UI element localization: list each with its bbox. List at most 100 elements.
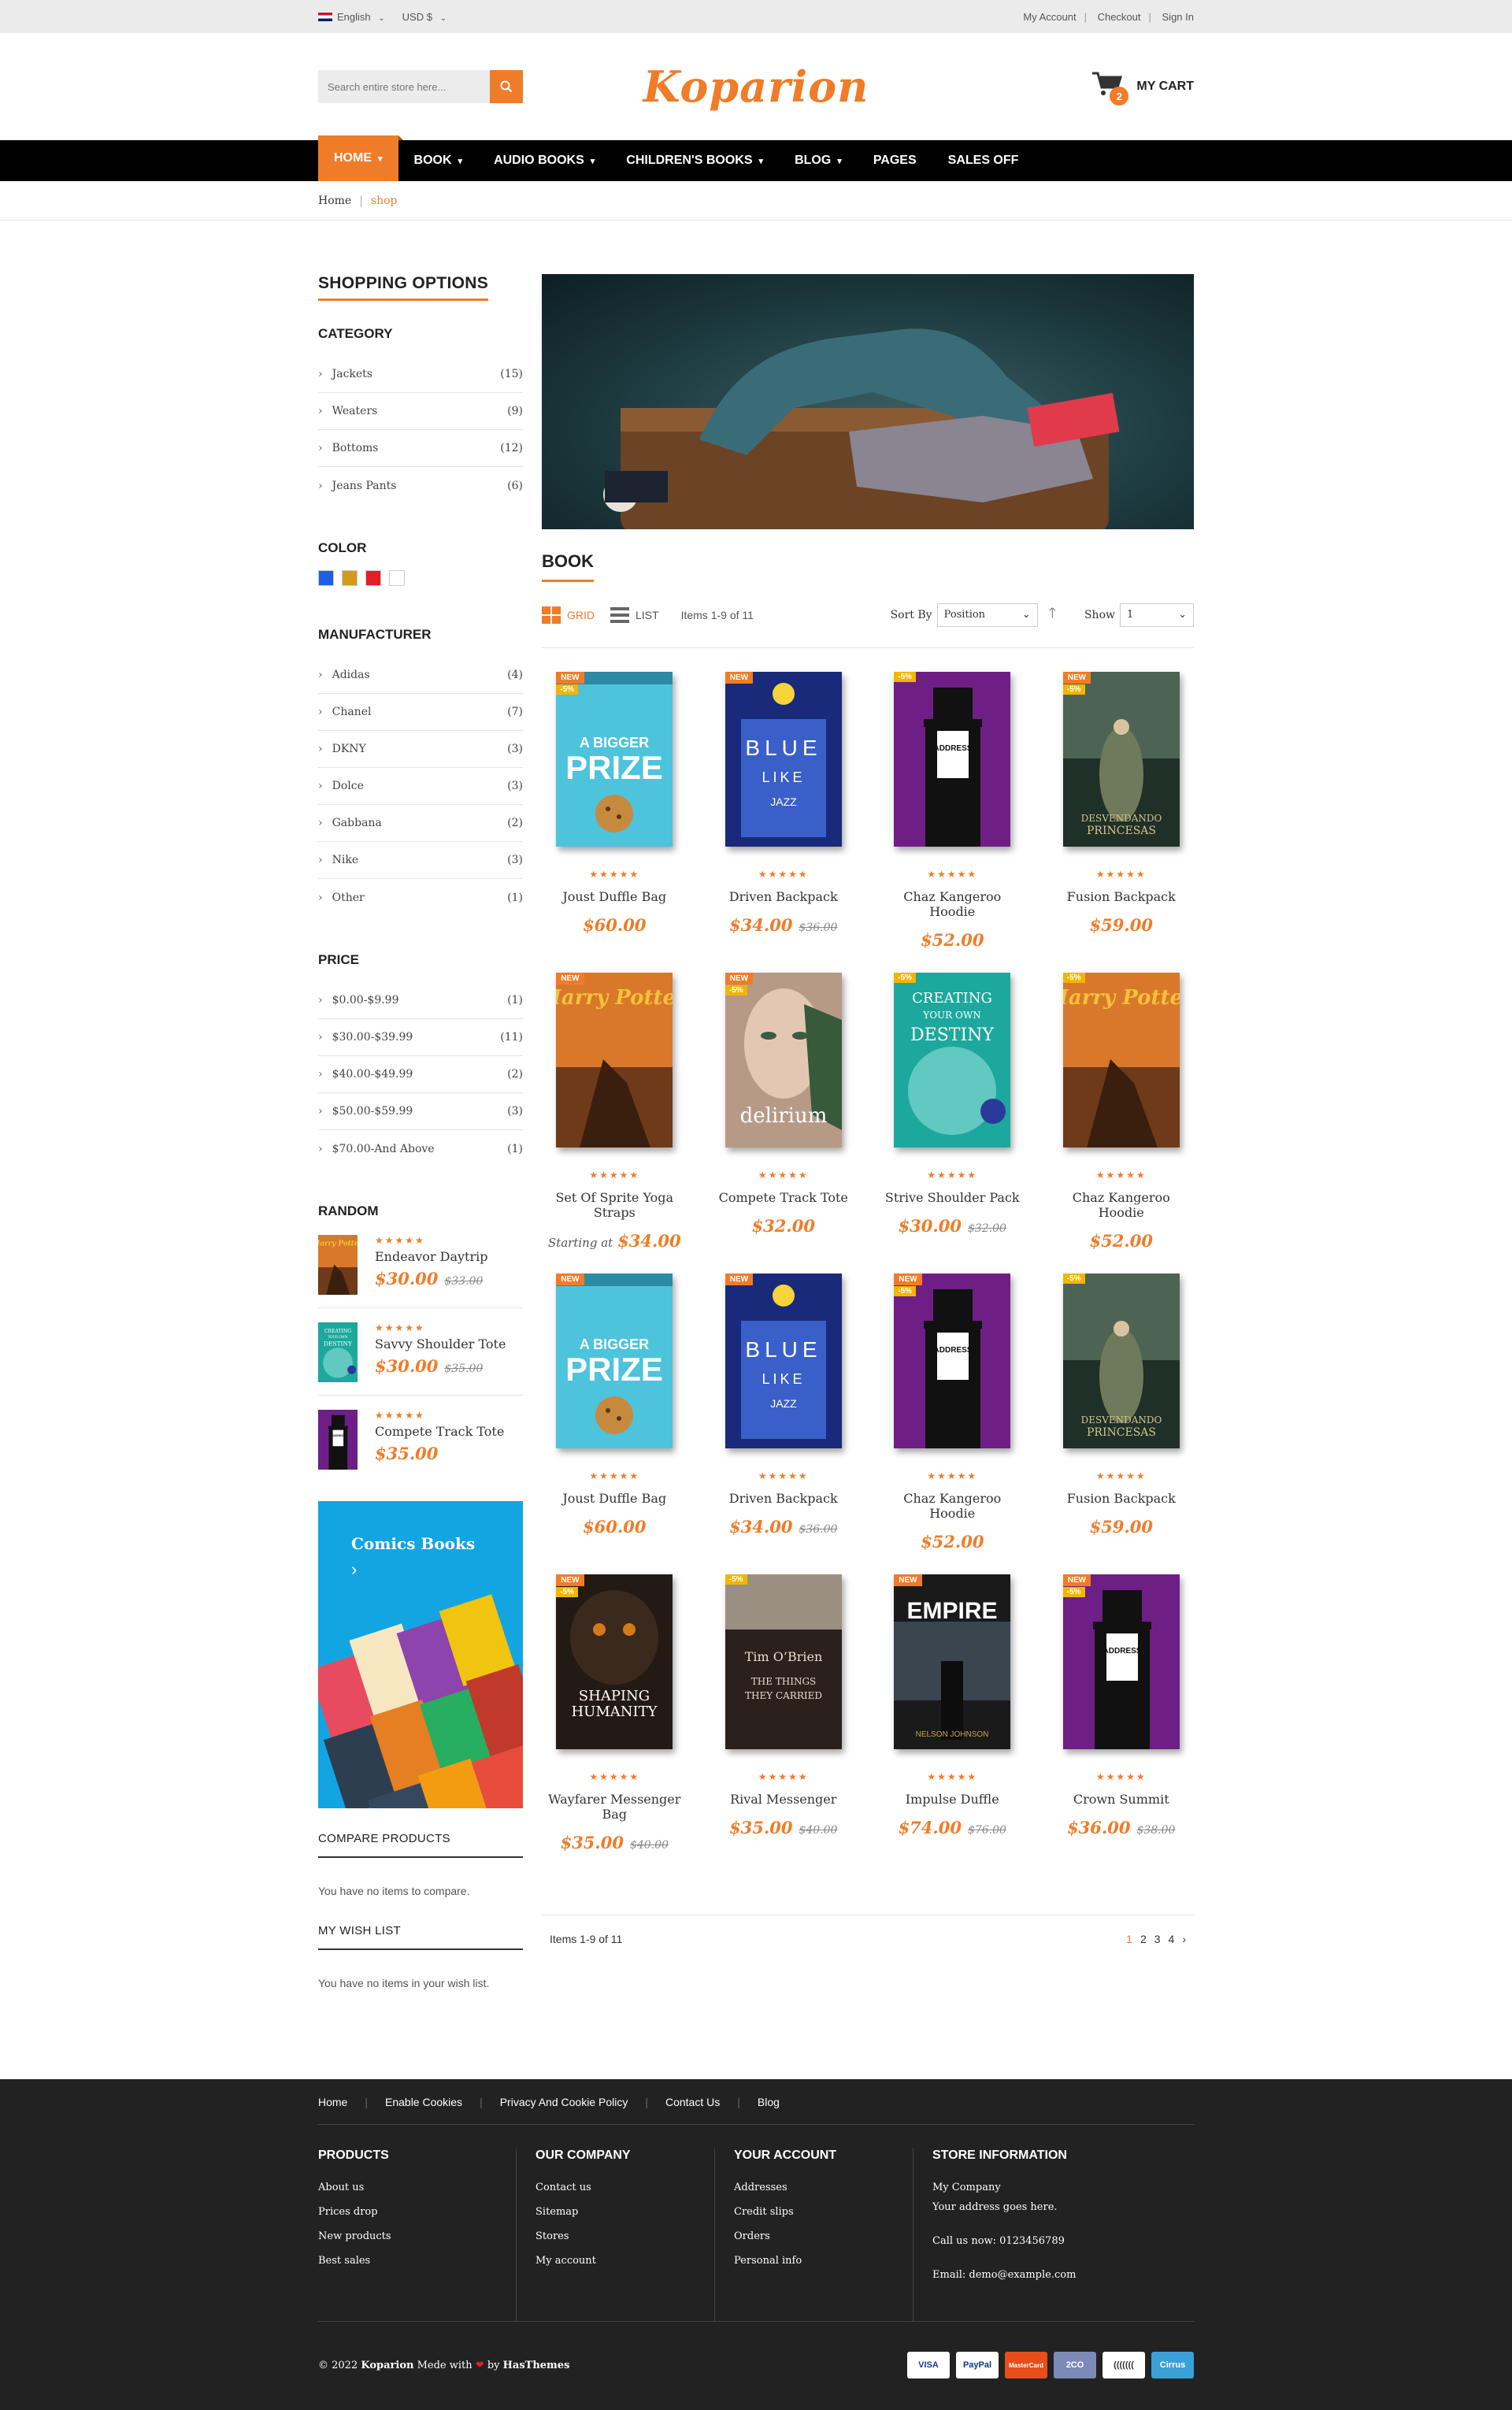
footer-column-link[interactable]: My account xyxy=(536,2255,699,2267)
product-card[interactable]: SHAPING HUMANITY NEW -5% ★★★★★ Wayfarer Messe… xyxy=(542,1574,687,1875)
manufacturer-item[interactable]: Adidas (4) xyxy=(318,657,523,694)
sort-direction-icon[interactable]: 🡑 xyxy=(1049,603,1056,627)
page-link[interactable]: 1 xyxy=(1126,1933,1132,1945)
random-product-name[interactable]: Compete Track Tote xyxy=(375,1424,504,1439)
product-card[interactable]: ADDRESS NEW -5% ★★★★★ Crown Summit $36.00 $38.… xyxy=(1049,1574,1195,1875)
product-name[interactable]: Strive Shoulder Pack xyxy=(880,1190,1025,1205)
random-product[interactable]: Harry Potter★★★★★Endeavor Daytrip$30.00$… xyxy=(313,1230,523,1308)
category-item[interactable]: Bottoms (12) xyxy=(318,430,523,467)
author-link[interactable]: HasThemes xyxy=(503,2360,570,2371)
product-name[interactable]: Chaz Kangeroo Hoodie xyxy=(880,1491,1025,1521)
manufacturer-item[interactable]: DKNY (3) xyxy=(318,731,523,768)
product-image[interactable]: ADDRESS -5% xyxy=(894,672,1011,847)
nav-item-children-s-books[interactable]: CHILDREN'S BOOKS ▾ xyxy=(610,140,779,181)
footer-column-link[interactable]: Credit slips xyxy=(734,2206,897,2218)
product-name[interactable]: Impulse Duffle xyxy=(880,1792,1025,1807)
product-image[interactable]: EMPIRE NELSON JOHNSON NEW xyxy=(894,1574,1011,1749)
product-card[interactable]: Harry Potter -5% ★★★★★ Chaz Kangeroo Hoodie… xyxy=(1049,973,1195,1274)
product-name[interactable]: Rival Messenger xyxy=(711,1792,857,1807)
product-image[interactable]: DESVENDANDO PRINCESAS -5% xyxy=(1062,1274,1180,1448)
manufacturer-item[interactable]: Chanel (7) xyxy=(318,694,523,731)
checkout-link[interactable]: Checkout xyxy=(1098,11,1141,23)
manufacturer-item[interactable]: Dolce (3) xyxy=(318,768,523,805)
color-swatch[interactable] xyxy=(318,570,334,586)
nav-item-book[interactable]: BOOK ▾ xyxy=(398,140,479,181)
product-name[interactable]: Chaz Kangeroo Hoodie xyxy=(880,889,1025,919)
nav-item-blog[interactable]: BLOG ▾ xyxy=(779,140,858,181)
random-product-image[interactable]: ADDRESS xyxy=(318,1410,358,1470)
product-name[interactable]: Driven Backpack xyxy=(711,1491,857,1506)
product-card[interactable]: ADDRESS -5% ★★★★★ Chaz Kangeroo Hoodie $52.0… xyxy=(880,672,1025,973)
random-product-name[interactable]: Savvy Shoulder Tote xyxy=(375,1337,506,1351)
product-name[interactable]: Joust Duffle Bag xyxy=(542,889,687,904)
manufacturer-item[interactable]: Nike (3) xyxy=(318,842,523,879)
footer-column-link[interactable]: Best sales xyxy=(318,2255,500,2267)
product-name[interactable]: Wayfarer Messenger Bag xyxy=(542,1792,687,1822)
color-swatch[interactable] xyxy=(365,570,381,586)
product-image[interactable]: DESVENDANDO PRINCESAS NEW -5% xyxy=(1062,672,1180,847)
price-filter-item[interactable]: $70.00-And Above (1) xyxy=(318,1130,523,1167)
category-item[interactable]: Weaters (9) xyxy=(318,393,523,430)
footer-column-link[interactable]: Orders xyxy=(734,2230,897,2242)
manufacturer-item[interactable]: Other (1) xyxy=(318,879,523,916)
page-link[interactable]: 4 xyxy=(1169,1933,1175,1945)
footer-link[interactable]: Enable Cookies xyxy=(385,2096,462,2108)
product-image[interactable]: A BIGGER PRIZE NEW -5% xyxy=(556,672,673,847)
product-card[interactable]: DESVENDANDO PRINCESAS -5% ★★★★★ Fusion Backp… xyxy=(1049,1274,1195,1574)
product-name[interactable]: Crown Summit xyxy=(1049,1792,1195,1807)
product-card[interactable]: A BIGGER PRIZE NEW ★★★★★ Joust Duffle Bag $60… xyxy=(542,1274,687,1574)
footer-link[interactable]: Contact Us xyxy=(665,2096,720,2108)
product-image[interactable]: Harry Potter -5% xyxy=(1062,973,1180,1148)
product-image[interactable]: Harry Potter NEW xyxy=(556,973,673,1148)
product-image[interactable]: ADDRESS NEW -5% xyxy=(894,1274,1011,1448)
footer-column-link[interactable]: New products xyxy=(318,2230,500,2242)
product-image[interactable]: CREATING YOUR OWN DESTINY -5% xyxy=(894,973,1011,1148)
product-card[interactable]: BLUE LIKE JAZZ NEW ★★★★★ Driven Backpack $34.0… xyxy=(711,1274,857,1574)
product-card[interactable]: ADDRESS NEW -5% ★★★★★ Chaz Kangeroo Hoodie $5… xyxy=(880,1274,1025,1574)
nav-item-pages[interactable]: PAGES xyxy=(858,140,932,181)
product-card[interactable]: DESVENDANDO PRINCESAS NEW -5% ★★★★★ Fusion Ba… xyxy=(1049,672,1195,973)
currency-selector[interactable]: USD $ ⌄ xyxy=(402,11,447,23)
product-name[interactable]: Fusion Backpack xyxy=(1049,1491,1195,1506)
sign-in-link[interactable]: Sign In xyxy=(1162,11,1194,23)
product-image[interactable]: BLUE LIKE JAZZ NEW xyxy=(724,1274,842,1448)
product-card[interactable]: delirium NEW -5% ★★★★★ Compete Track Tote $32… xyxy=(711,973,857,1274)
product-image[interactable]: A BIGGER PRIZE NEW xyxy=(556,1274,673,1448)
manufacturer-item[interactable]: Gabbana (2) xyxy=(318,805,523,842)
page-link[interactable]: 3 xyxy=(1154,1933,1161,1945)
next-page-icon[interactable]: › xyxy=(1182,1933,1186,1945)
nav-item-home[interactable]: HOME ▾ xyxy=(318,135,403,181)
product-card[interactable]: Harry Potter NEW ★★★★★ Set Of Sprite Yoga S… xyxy=(542,973,687,1274)
product-image[interactable]: ADDRESS NEW -5% xyxy=(1062,1574,1180,1749)
list-view-toggle[interactable]: LIST xyxy=(610,606,659,624)
product-image[interactable]: BLUE LIKE JAZZ NEW xyxy=(724,672,842,847)
footer-column-link[interactable]: Prices drop xyxy=(318,2206,500,2218)
product-name[interactable]: Driven Backpack xyxy=(711,889,857,904)
sort-select[interactable]: Position ⌄ xyxy=(936,602,1038,627)
random-product-name[interactable]: Endeavor Daytrip xyxy=(375,1249,487,1264)
limit-select[interactable]: 1 ⌄ xyxy=(1120,602,1194,627)
price-filter-item[interactable]: $50.00-$59.99 (3) xyxy=(318,1093,523,1130)
footer-column-link[interactable]: Addresses xyxy=(734,2182,897,2193)
product-card[interactable]: BLUE LIKE JAZZ NEW ★★★★★ Driven Backpack $34.0… xyxy=(711,672,857,973)
product-name[interactable]: Joust Duffle Bag xyxy=(542,1491,687,1506)
random-product[interactable]: ADDRESS ★★★★★ Compete Track Tote $35.00 xyxy=(318,1405,523,1482)
search-button[interactable] xyxy=(490,70,523,103)
price-filter-item[interactable]: $40.00-$49.99 (2) xyxy=(318,1056,523,1093)
footer-link[interactable]: Privacy And Cookie Policy xyxy=(500,2096,628,2108)
footer-link[interactable]: Blog xyxy=(758,2096,780,2108)
footer-column-link[interactable]: Sitemap xyxy=(536,2206,699,2218)
product-name[interactable]: Compete Track Tote xyxy=(711,1190,857,1205)
color-swatch[interactable] xyxy=(342,570,358,586)
nav-item-audio-books[interactable]: AUDIO BOOKS ▾ xyxy=(478,140,610,181)
random-product[interactable]: CREATING YOUR OWN DESTINY ★★★★★ Savvy Should… xyxy=(318,1318,523,1396)
product-image[interactable]: Tim O’Brien THE THINGS THEY CARRIED -5% xyxy=(724,1574,842,1749)
product-card[interactable]: EMPIRE NELSON JOHNSON NEW ★★★★★ Impulse Duff… xyxy=(880,1574,1025,1875)
price-filter-item[interactable]: $30.00-$39.99 (11) xyxy=(318,1019,523,1056)
random-product-image[interactable]: CREATING YOUR OWN DESTINY xyxy=(318,1322,358,1382)
footer-column-link[interactable]: About us xyxy=(318,2182,500,2193)
nav-item-sales-off[interactable]: SALES OFF xyxy=(932,140,1035,181)
product-name[interactable]: Fusion Backpack xyxy=(1049,889,1195,904)
color-swatch[interactable] xyxy=(389,570,405,586)
grid-view-toggle[interactable]: GRID xyxy=(542,606,595,624)
